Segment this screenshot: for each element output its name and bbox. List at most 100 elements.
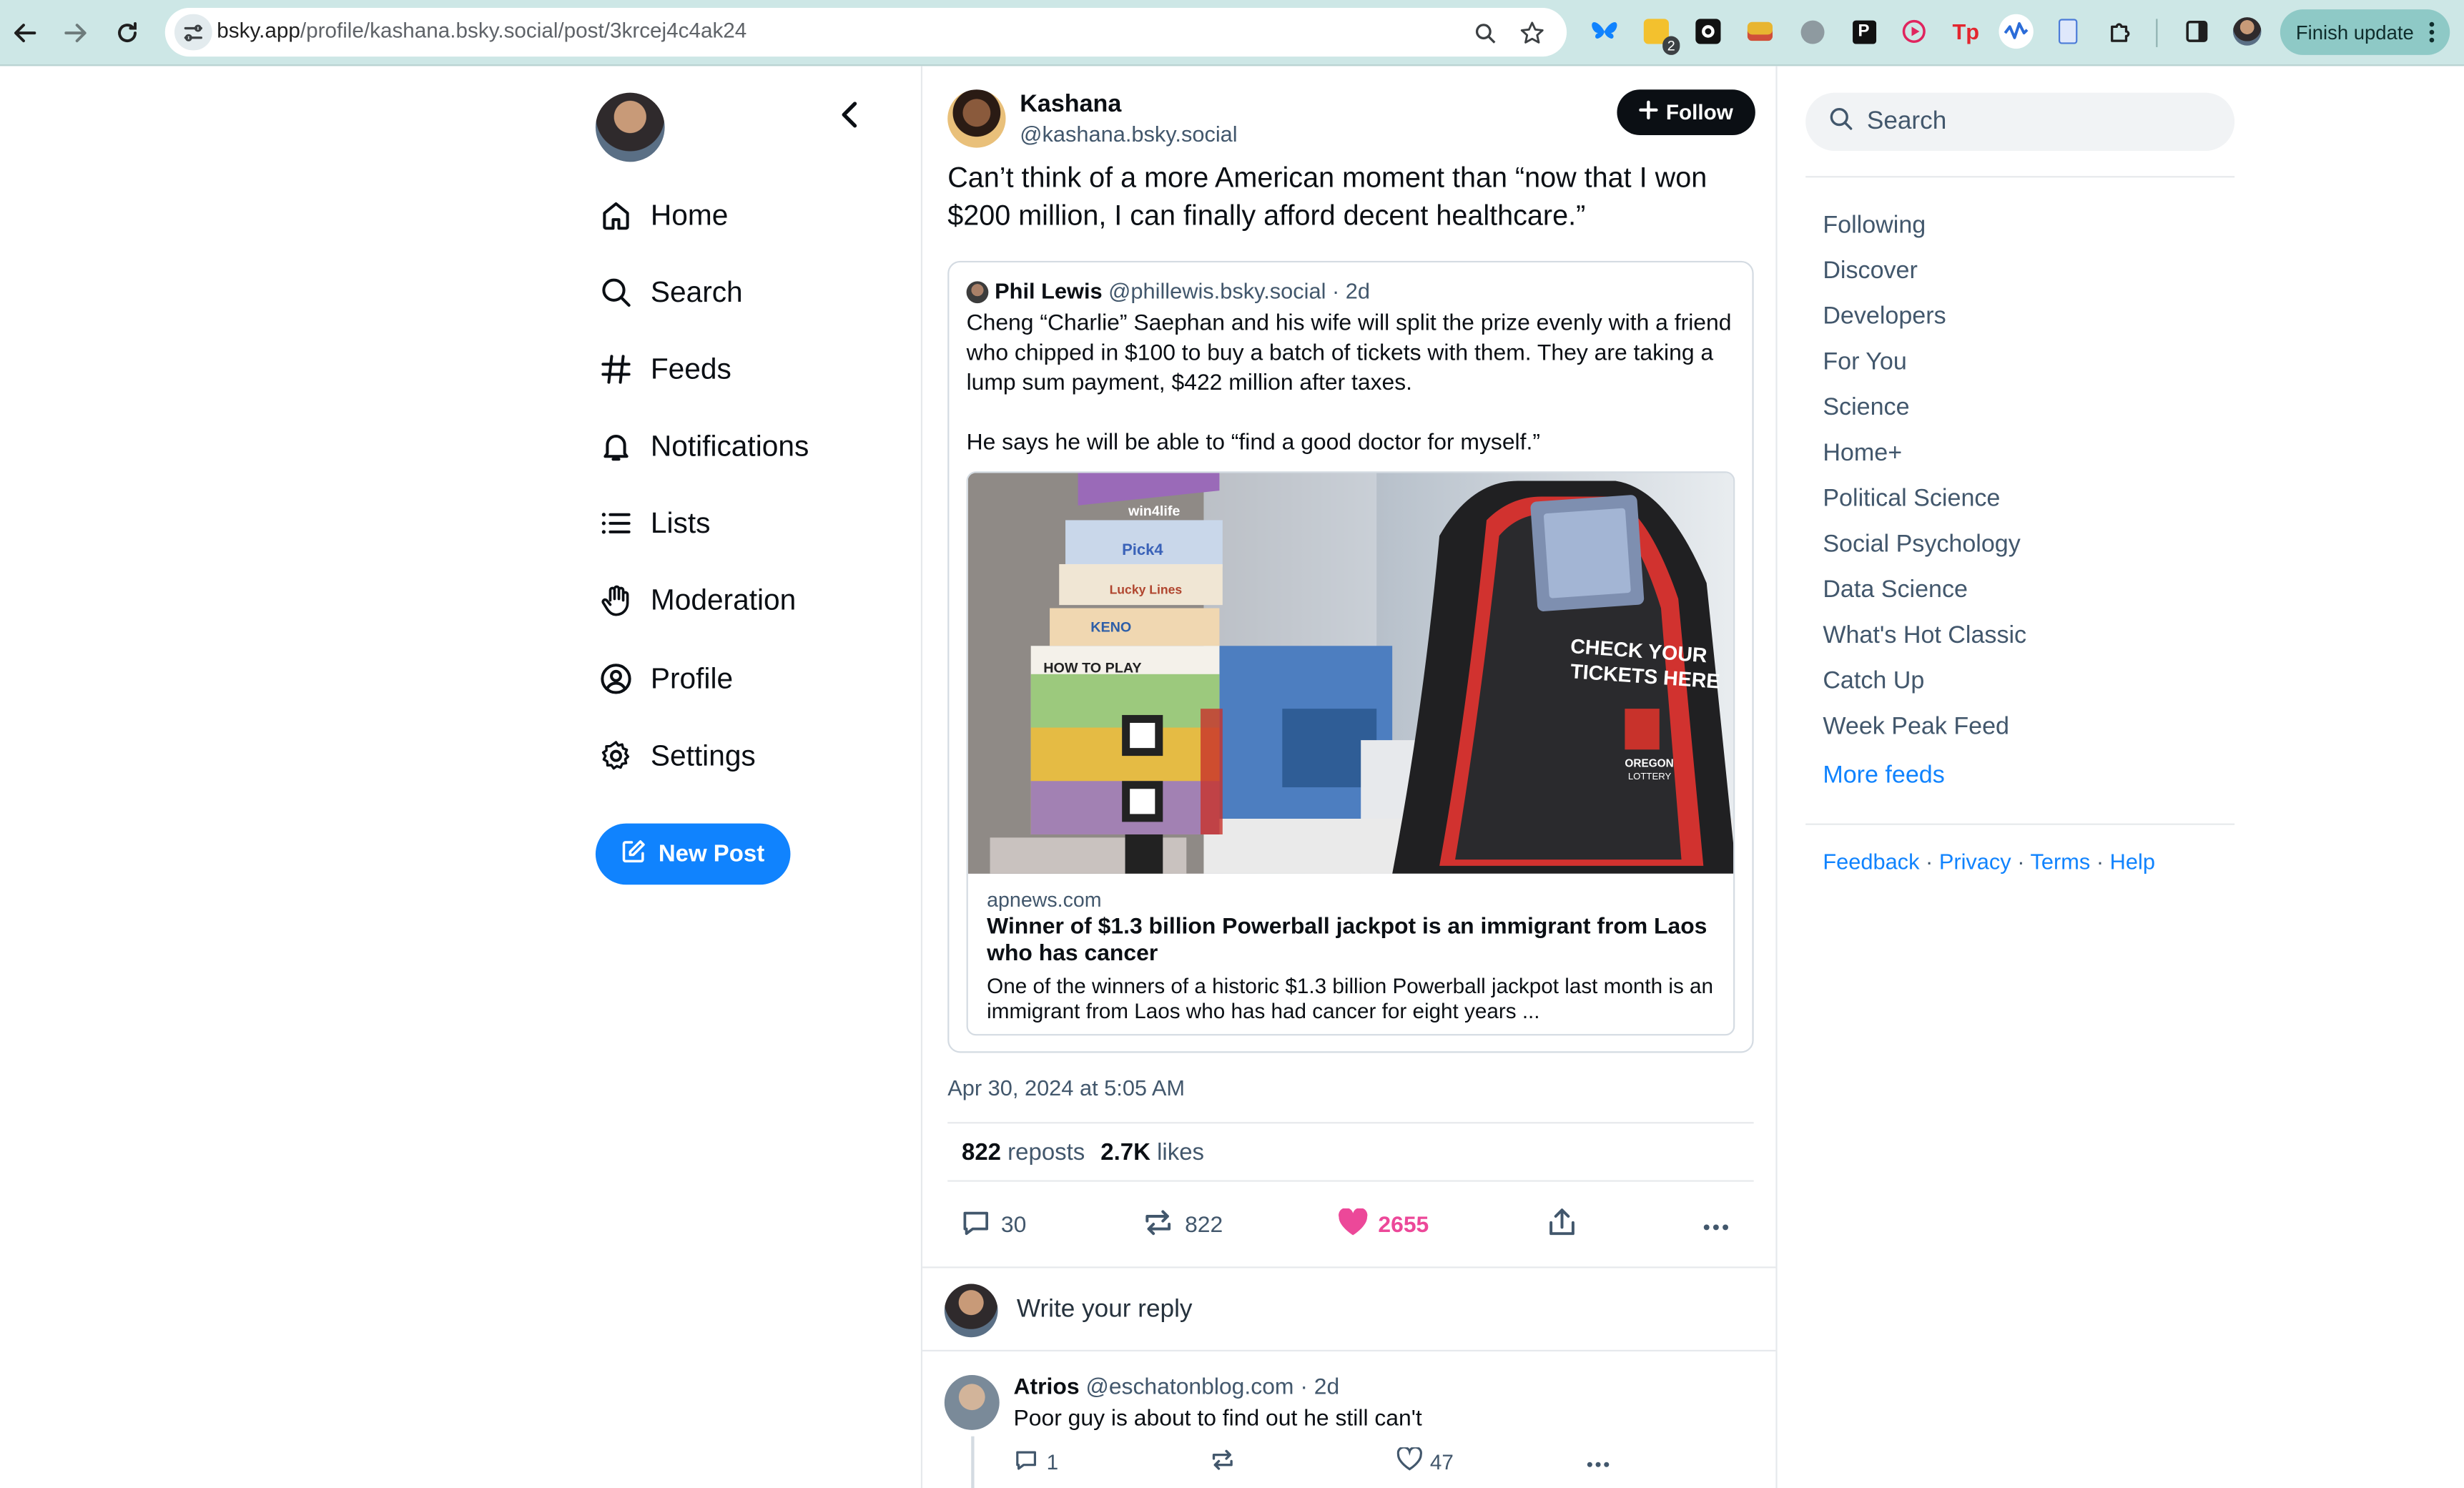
feed-link-developers[interactable]: Developers (1823, 303, 1946, 332)
extensions-puzzle-icon[interactable] (2103, 14, 2137, 49)
terms-link[interactable]: Terms (2031, 849, 2091, 874)
quote-author-handle[interactable]: @phillewis.bsky.social (1108, 278, 1326, 303)
nav-settings[interactable]: Settings (597, 731, 756, 781)
feedback-link[interactable]: Feedback (1823, 849, 1919, 874)
game-extension-icon[interactable] (1743, 14, 1777, 49)
ellipsis-icon (1702, 1213, 1730, 1238)
follow-button[interactable]: Follow (1617, 89, 1755, 136)
card-text-how-to-play: HOW TO PLAY (1043, 661, 1141, 676)
link-title[interactable]: Winner of $1.3 billion Powerball jackpot… (987, 915, 1725, 968)
feed-link-social-psychology[interactable]: Social Psychology (1823, 531, 2020, 560)
reply-prompt[interactable]: Write your reply (1017, 1296, 1193, 1325)
nav-search[interactable]: Search (597, 267, 743, 317)
feed-link-for-you[interactable]: For You (1823, 349, 1906, 378)
chevron-left-icon[interactable] (833, 97, 864, 132)
finish-update-button[interactable]: Finish update (2280, 9, 2450, 55)
feed-link-whats-hot-classic[interactable]: What's Hot Classic (1823, 622, 2026, 651)
profile-avatar-icon[interactable] (2230, 14, 2265, 49)
forward-icon[interactable] (56, 14, 94, 52)
feed-link-science[interactable]: Science (1823, 395, 1909, 423)
bluesky-extension-icon[interactable] (1587, 14, 1622, 49)
nav-profile-label: Profile (650, 661, 734, 695)
plus-icon (1639, 100, 1658, 124)
reply-author-handle[interactable]: @eschatonblog.com (1085, 1375, 1293, 1400)
separator: · (1926, 848, 1933, 874)
reply-author-name[interactable]: Atrios (1014, 1375, 1080, 1400)
reply-more-button[interactable] (1585, 1446, 1610, 1477)
nav-feeds[interactable]: Feeds (597, 344, 731, 394)
feed-link-following[interactable]: Following (1823, 212, 1926, 241)
kebab-menu-icon[interactable] (2429, 21, 2435, 43)
hand-icon (597, 581, 635, 619)
quote-author-avatar[interactable] (966, 281, 989, 304)
play-extension-icon[interactable] (1897, 14, 1931, 49)
reply-like-button[interactable]: 47 (1396, 1446, 1454, 1477)
quote-author-name[interactable]: Phil Lewis (995, 278, 1102, 303)
reposts-stat[interactable]: 822 reposts (962, 1138, 1085, 1165)
tp-extension-icon[interactable]: Tp (1948, 14, 1983, 49)
follow-label: Follow (1665, 100, 1733, 124)
help-link[interactable]: Help (2110, 849, 2155, 874)
more-feeds-link[interactable]: More feeds (1823, 762, 1944, 791)
heart-filled-icon (1337, 1208, 1369, 1243)
document-extension-icon[interactable] (2051, 14, 2085, 49)
reply-author-avatar[interactable] (944, 1374, 1000, 1430)
more-options-button[interactable] (1702, 1208, 1730, 1243)
new-post-button[interactable]: New Post (595, 823, 791, 885)
address-bar[interactable]: bsky.app/profile/kashana.bsky.social/pos… (164, 7, 1567, 57)
like-button[interactable]: 2655 (1337, 1208, 1429, 1243)
footer-links: Feedback · Privacy · Terms · Help (1823, 849, 2155, 874)
sign-text-lottery: LOTTERY (1628, 771, 1672, 782)
quote-timestamp: · 2d (1331, 277, 1371, 304)
card-text-lucky-lines: Lucky Lines (1110, 583, 1183, 597)
nav-home[interactable]: Home (597, 190, 728, 240)
reply-like-count: 47 (1429, 1449, 1454, 1474)
back-icon[interactable] (6, 14, 44, 52)
author-handle[interactable]: @kashana.bsky.social (1020, 121, 1237, 146)
site-settings-icon[interactable] (174, 14, 212, 51)
feed-link-political-science[interactable]: Political Science (1823, 486, 2000, 514)
nav-home-label: Home (650, 197, 729, 232)
robot-extension-icon[interactable] (1795, 14, 1829, 49)
reply-composer[interactable]: Write your reply (922, 1266, 1776, 1352)
author-name[interactable]: Kashana (1020, 91, 1121, 119)
reply-repost-button[interactable] (1208, 1446, 1237, 1477)
search-box[interactable] (1805, 92, 2235, 151)
nav-profile[interactable]: Profile (597, 654, 733, 704)
quoted-post[interactable]: Phil Lewis @phillewis.bsky.social · 2d C… (947, 260, 1754, 1053)
nav-lists[interactable]: Lists (597, 498, 710, 548)
author-avatar[interactable] (947, 89, 1006, 148)
new-post-label: New Post (658, 840, 765, 868)
feed-link-home-plus[interactable]: Home+ (1823, 440, 1902, 468)
sign-text-oregon: OREGON (1625, 757, 1673, 769)
p-extension-icon[interactable]: P (1846, 14, 1881, 49)
search-icon (597, 273, 635, 311)
nav-notifications[interactable]: Notifications (597, 421, 809, 471)
feed-link-data-science[interactable]: Data Science (1823, 577, 1968, 606)
privacy-link[interactable]: Privacy (1939, 849, 2011, 874)
user-avatar[interactable] (595, 92, 665, 162)
reply-button[interactable]: 30 (960, 1208, 1026, 1243)
side-panel-icon[interactable] (2179, 14, 2214, 49)
repost-button[interactable]: 822 (1141, 1208, 1223, 1243)
feed-link-discover[interactable]: Discover (1823, 257, 1918, 286)
likes-stat[interactable]: 2.7K likes (1100, 1138, 1204, 1165)
link-card[interactable]: win4life Pick4 Lucky Lines KENO HOW TO P… (966, 471, 1735, 1036)
feed-link-week-peak-feed[interactable]: Week Peak Feed (1823, 714, 2009, 742)
reply-reply-button[interactable]: 1 (1014, 1446, 1058, 1477)
camera-extension-icon[interactable] (1691, 14, 1725, 49)
signal-extension-icon[interactable] (1999, 14, 2034, 49)
zoom-icon[interactable] (1469, 17, 1501, 49)
link-description: One of the winners of a historic $1.3 bi… (987, 974, 1714, 1023)
feed-link-catch-up[interactable]: Catch Up (1823, 668, 1924, 696)
search-input[interactable] (1866, 107, 2213, 137)
share-button[interactable] (1548, 1208, 1577, 1243)
bookmark-star-icon[interactable] (1517, 17, 1548, 49)
tab-groups-extension-icon[interactable]: 2 (1639, 14, 1680, 55)
nav-moderation[interactable]: Moderation (597, 575, 796, 625)
list-icon (597, 504, 635, 542)
reload-icon[interactable] (109, 14, 147, 52)
quote-text: Cheng “Charlie” Saephan and his wife wil… (966, 311, 1732, 456)
reply-post[interactable]: Atrios @eschatonblog.com · 2d Poor guy i… (922, 1351, 1775, 1488)
post-thread: Kashana @kashana.bsky.social Follow Can’… (920, 66, 1778, 1488)
